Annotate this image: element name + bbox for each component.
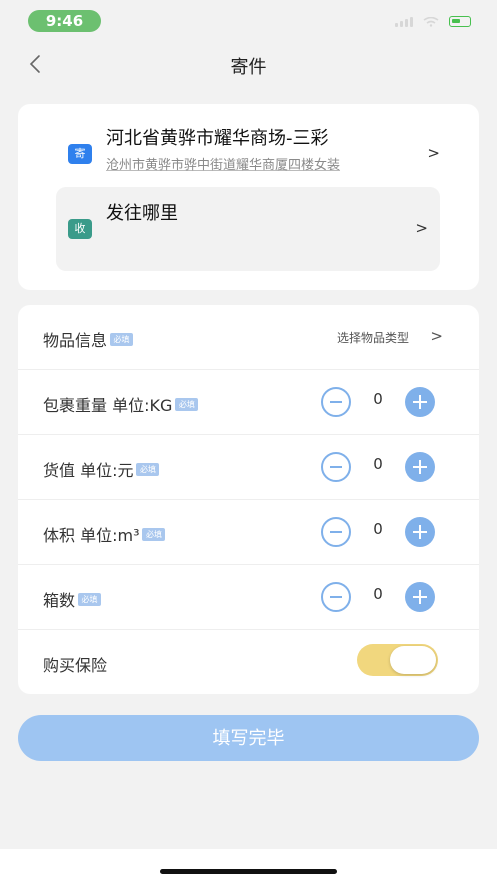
- receiver-placeholder: 发往哪里: [106, 203, 178, 224]
- required-tag: 必填: [136, 462, 160, 476]
- insurance-label: 购买保险: [43, 656, 108, 675]
- required-tag: 必填: [142, 527, 166, 541]
- goods-value-increment-button[interactable]: [405, 452, 435, 482]
- item-info-label: 物品信息: [43, 331, 108, 350]
- sender-address-detail: 沧州市黄骅市骅中街道耀华商厦四楼女装: [106, 158, 341, 173]
- weight-row: 包裹重量 单位:KG 必填 0: [18, 370, 479, 435]
- wifi-icon: [423, 16, 439, 27]
- insurance-row: 购买保险: [18, 630, 479, 695]
- required-tag: 必填: [175, 397, 199, 411]
- goods-value-row: 货值 单位:元 必填 0: [18, 435, 479, 500]
- home-indicator[interactable]: [160, 869, 337, 874]
- boxes-row: 箱数 必填 0: [18, 565, 479, 630]
- toggle-knob: [390, 646, 436, 674]
- chevron-right-icon: >: [427, 144, 440, 162]
- item-type-select[interactable]: 选择物品类型: [337, 329, 409, 346]
- volume-label: 体积 单位:m³: [43, 526, 140, 545]
- weight-increment-button[interactable]: [405, 387, 435, 417]
- goods-value-value: 0: [373, 455, 383, 473]
- weight-value: 0: [373, 390, 383, 408]
- volume-value: 0: [373, 520, 383, 538]
- insurance-toggle[interactable]: [357, 644, 438, 676]
- sender-address-row[interactable]: 寄 河北省黄骅市耀华商场-三彩 沧州市黄骅市骅中街道耀华商厦四楼女装 >: [56, 120, 440, 182]
- package-form-card: 物品信息 必填 选择物品类型 > 包裹重量 单位:KG 必填 0 货值 单位:元…: [18, 305, 479, 694]
- battery-icon: [449, 16, 471, 27]
- boxes-value: 0: [373, 585, 383, 603]
- submit-button[interactable]: 填写完毕: [18, 715, 479, 761]
- page-title: 寄件: [230, 57, 267, 78]
- required-tag: 必填: [78, 592, 102, 606]
- weight-decrement-button[interactable]: [321, 387, 351, 417]
- goods-value-decrement-button[interactable]: [321, 452, 351, 482]
- status-icons: [395, 16, 471, 27]
- sender-address: 河北省黄骅市耀华商场-三彩: [106, 128, 329, 149]
- required-tag: 必填: [110, 332, 134, 346]
- sender-badge: 寄: [68, 144, 92, 164]
- status-bar: 9:46: [0, 0, 497, 40]
- status-time: 9:46: [28, 10, 101, 32]
- chevron-right-icon: >: [415, 219, 428, 237]
- signal-icon: [395, 16, 413, 27]
- boxes-increment-button[interactable]: [405, 582, 435, 612]
- nav-bar: 寄件: [0, 44, 497, 88]
- weight-label: 包裹重量 单位:KG: [43, 396, 173, 415]
- item-info-row[interactable]: 物品信息 必填 选择物品类型 >: [18, 305, 479, 370]
- volume-decrement-button[interactable]: [321, 517, 351, 547]
- receiver-badge: 收: [68, 219, 92, 239]
- receiver-address-row[interactable]: 收 发往哪里 >: [56, 187, 440, 271]
- chevron-right-icon: >: [430, 327, 443, 345]
- boxes-decrement-button[interactable]: [321, 582, 351, 612]
- boxes-label: 箱数: [43, 591, 76, 610]
- home-indicator-area: [0, 849, 497, 883]
- address-card: 寄 河北省黄骅市耀华商场-三彩 沧州市黄骅市骅中街道耀华商厦四楼女装 > 收 发…: [18, 104, 479, 290]
- volume-increment-button[interactable]: [405, 517, 435, 547]
- volume-row: 体积 单位:m³ 必填 0: [18, 500, 479, 565]
- goods-value-label: 货值 单位:元: [43, 461, 134, 480]
